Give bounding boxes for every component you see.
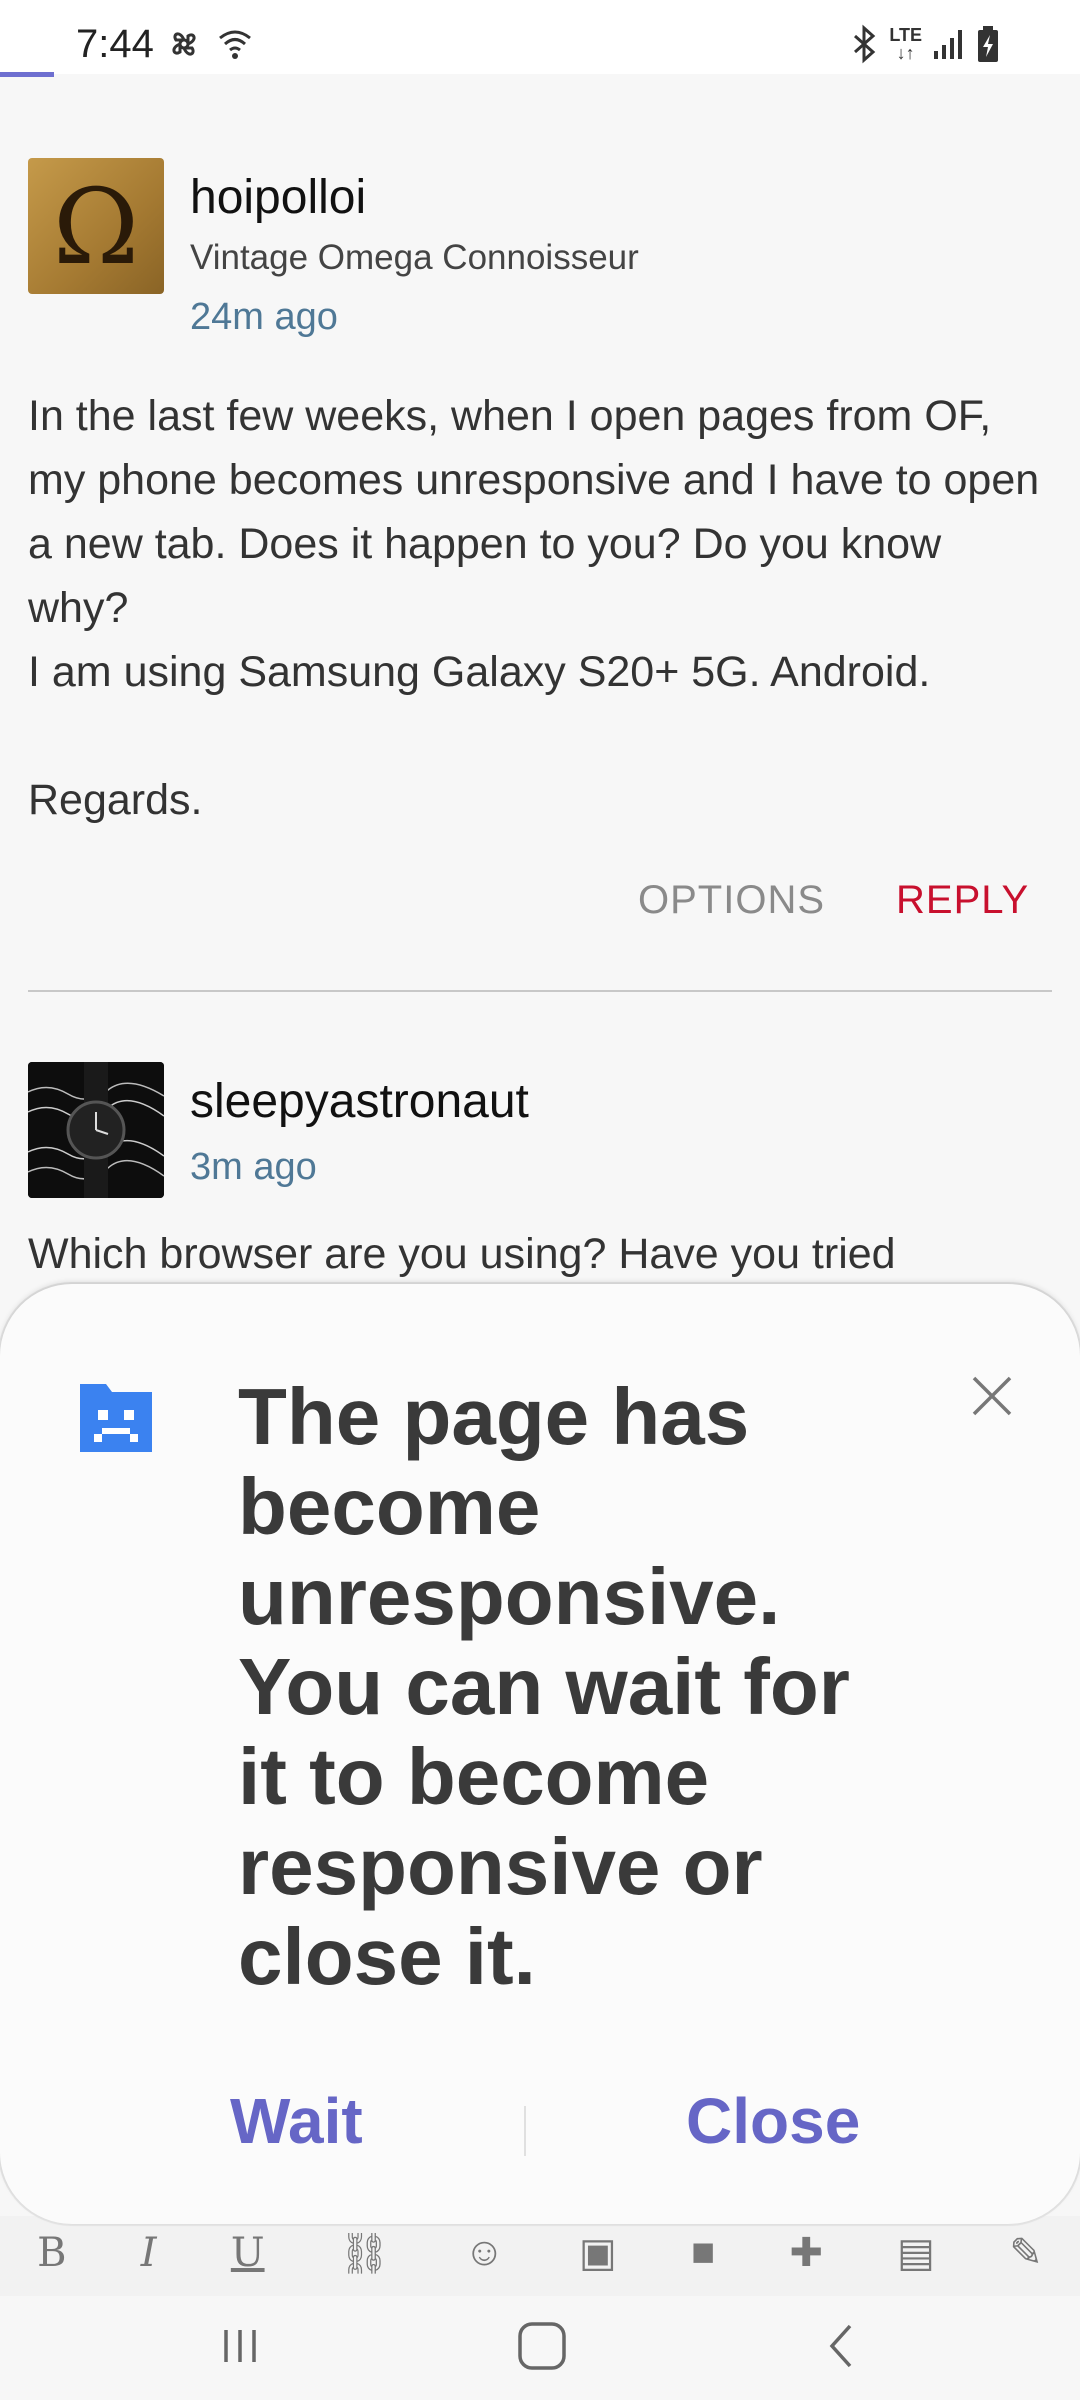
network-label: LTE xyxy=(889,25,922,45)
italic-button[interactable]: I xyxy=(141,2230,157,2276)
reply-button[interactable]: REPLY xyxy=(896,878,1029,923)
status-time: 7:44 xyxy=(76,22,154,66)
post-body: In the last few weeks, when I open pages… xyxy=(28,392,1040,824)
unresponsive-dialog: The page has become unresponsive. You ca… xyxy=(0,1284,1080,2224)
options-button[interactable]: OPTIONS xyxy=(638,878,825,923)
plus-icon[interactable]: ✚ xyxy=(789,2230,823,2276)
save-icon[interactable]: ▤ xyxy=(897,2230,935,2276)
post-body: Which browser are you using? Have you tr… xyxy=(28,1230,896,1278)
watch-avatar-image xyxy=(28,1062,164,1198)
lte-icon: LTE ↓↑ xyxy=(889,25,922,63)
post-time: 24m ago xyxy=(190,296,338,338)
video-icon[interactable]: ■ xyxy=(691,2230,715,2275)
underline-button[interactable]: U xyxy=(231,2230,265,2276)
link-icon[interactable]: ⛓ xyxy=(339,2230,390,2277)
omega-logo: Ω xyxy=(52,166,140,288)
post-divider xyxy=(28,990,1052,992)
post-item: Ω hoipolloi Vintage Omega Connoisseur 24… xyxy=(28,158,1052,1018)
editor-toolbar: B I U ⛓ ☺ ▣ ■ ✚ ▤ ✎ xyxy=(0,2216,1080,2296)
back-icon[interactable] xyxy=(814,2318,870,2374)
wait-button[interactable]: Wait xyxy=(230,2084,363,2158)
post-time: 3m ago xyxy=(190,1146,317,1188)
battery-icon xyxy=(978,26,998,62)
post-username[interactable]: hoipolloi xyxy=(190,170,366,225)
bold-button[interactable]: B xyxy=(37,2230,66,2276)
fan-icon xyxy=(172,32,196,56)
emoji-icon[interactable]: ☺ xyxy=(464,2230,505,2275)
post-username[interactable]: sleepyastronaut xyxy=(190,1074,529,1129)
recent-apps-icon[interactable] xyxy=(212,2318,268,2374)
post-user-title: Vintage Omega Connoisseur xyxy=(190,238,639,277)
sad-page-icon xyxy=(80,1384,152,1452)
bluetooth-icon xyxy=(854,24,876,64)
more-icon[interactable]: ✎ xyxy=(1009,2230,1043,2276)
status-bar: 7:44 LTE ↓↑ xyxy=(0,0,1080,74)
close-button[interactable]: Close xyxy=(686,2084,860,2158)
page-load-progress xyxy=(0,72,54,77)
home-icon[interactable] xyxy=(510,2318,574,2374)
wifi-icon xyxy=(219,30,251,59)
avatar[interactable] xyxy=(28,1062,164,1198)
system-nav-bar xyxy=(0,2296,1080,2400)
close-icon[interactable] xyxy=(960,1364,1024,1428)
post-item: sleepyastronaut 3m ago Which browser are… xyxy=(28,1062,1052,1302)
dialog-message: The page has become unresponsive. You ca… xyxy=(238,1372,850,2001)
avatar[interactable]: Ω xyxy=(28,158,164,294)
signal-icon xyxy=(934,30,962,59)
image-icon[interactable]: ▣ xyxy=(579,2230,617,2276)
button-separator xyxy=(524,2106,526,2156)
